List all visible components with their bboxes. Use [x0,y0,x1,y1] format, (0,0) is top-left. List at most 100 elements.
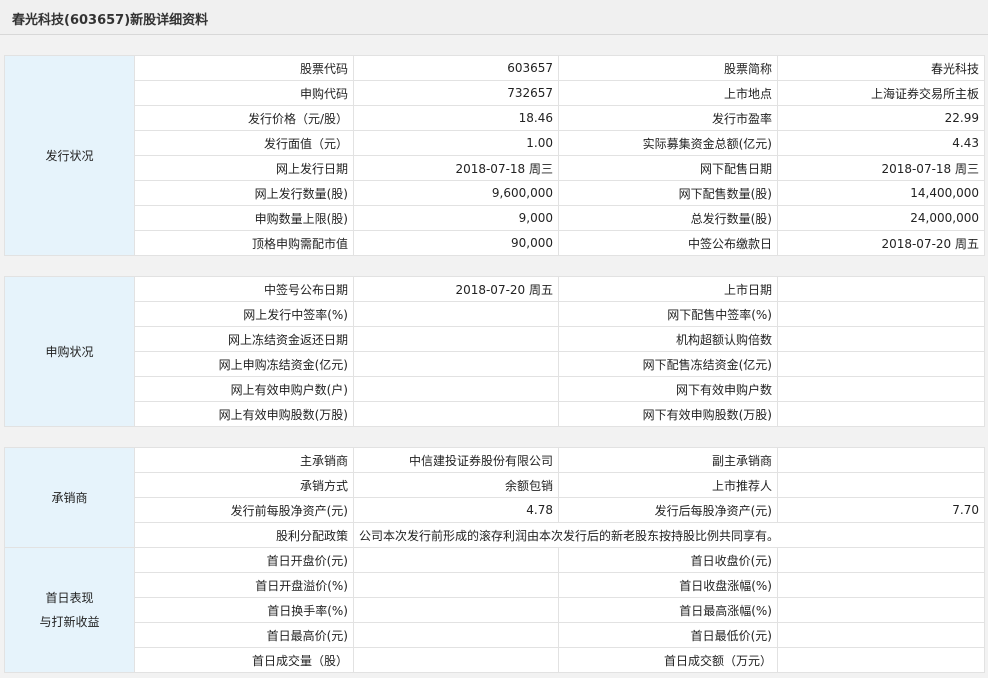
field-value [353,572,559,598]
table-row: 发行前每股净资产(元) 4.78 发行后每股净资产(元) 7.70 [5,497,985,523]
field-label: 申购数量上限(股) [134,205,354,231]
table-row: 发行面值（元） 1.00 实际募集资金总额(亿元) 4.43 [5,130,985,156]
field-value: 中信建投证券股份有限公司 [353,447,559,473]
field-label: 首日收盘价(元) [558,547,778,573]
table-row: 承销方式 余额包销 上市推荐人 [5,472,985,498]
field-value [777,301,985,327]
field-value [777,326,985,352]
group-label-line: 申购状况 [45,344,94,359]
table-row: 顶格申购需配市值 90,000 中签公布缴款日 2018-07-20 周五 [5,230,985,256]
field-value [777,622,985,648]
field-label: 承销方式 [134,472,354,498]
field-value [777,401,985,427]
table-row: 首日表现 与打新收益 首日开盘价(元) 首日收盘价(元) [4,547,985,673]
field-label: 上市推荐人 [558,472,778,498]
table-row: 承销商 主承销商 中信建投证券股份有限公司 副主承销商 [4,447,985,548]
field-value: 4.43 [777,130,985,156]
table-row: 申购状况 中签号公布日期 2018-07-20 周五 上市日期 [4,276,985,427]
group-label-first-day-performance: 首日表现 与打新收益 [4,547,135,673]
field-value [777,647,985,673]
field-value: 9,000 [353,205,559,231]
field-label: 网上冻结资金返还日期 [134,326,354,352]
field-label: 网下有效申购股数(万股) [558,401,778,427]
field-value: 732657 [353,80,559,106]
table-row: 股利分配政策 公司本次发行前形成的滚存利润由本次发行后的新老股东按持股比例共同享… [5,522,985,548]
table-row: 申购代码 732657 上市地点 上海证券交易所主板 [5,80,985,106]
field-label: 首日收盘涨幅(%) [558,572,778,598]
field-label: 首日最高价(元) [134,622,354,648]
field-value: 余额包销 [353,472,559,498]
field-value: 603657 [353,55,559,81]
field-value: 1.00 [353,130,559,156]
field-label: 首日成交量（股） [134,647,354,673]
field-value [353,376,559,402]
group-label-line: 与打新收益 [39,615,100,629]
table-row: 首日换手率(%) 首日最高涨幅(%) [5,597,985,623]
table-row: 网上有效申购户数(户) 网下有效申购户数 [5,376,985,402]
field-label: 主承销商 [134,447,354,473]
field-label: 网上有效申购户数(户) [134,376,354,402]
field-value [353,597,559,623]
field-value [777,572,985,598]
field-value: 2018-07-20 周五 [353,276,559,302]
group-label-line: 发行状况 [45,148,94,163]
field-value [777,472,985,498]
field-label: 发行市盈率 [558,105,778,131]
field-value: 22.99 [777,105,985,131]
underwriter-firstday-table: 承销商 主承销商 中信建投证券股份有限公司 副主承销商 承销方式 余额包销 上市… [4,447,985,673]
field-label: 股利分配政策 [134,522,354,548]
field-value [353,622,559,648]
field-label: 网下配售数量(股) [558,180,778,206]
table-row: 发行价格（元/股） 18.46 发行市盈率 22.99 [5,105,985,131]
field-label: 实际募集资金总额(亿元) [558,130,778,156]
field-value [777,597,985,623]
field-label: 发行价格（元/股） [134,105,354,131]
field-value: 90,000 [353,230,559,256]
dividend-policy-text: 公司本次发行前形成的滚存利润由本次发行后的新老股东按持股比例共同享有。 [353,522,985,548]
field-value: 7.70 [777,497,985,523]
table-row: 首日成交量（股） 首日成交额（万元） [5,647,985,673]
field-value: 2018-07-18 周三 [353,155,559,181]
table-row: 首日最高价(元) 首日最低价(元) [5,622,985,648]
field-value: 14,400,000 [777,180,985,206]
field-value [353,301,559,327]
table-row: 网上发行中签率(%) 网下配售中签率(%) [5,301,985,327]
group-label-line: 承销商 [51,490,88,505]
table-row: 申购数量上限(股) 9,000 总发行数量(股) 24,000,000 [5,205,985,231]
field-label: 网上发行中签率(%) [134,301,354,327]
field-value: 春光科技 [777,55,985,81]
table-row: 首日开盘溢价(%) 首日收盘涨幅(%) [5,572,985,598]
field-label: 首日开盘溢价(%) [134,572,354,598]
field-value [353,547,559,573]
field-label: 网下有效申购户数 [558,376,778,402]
field-value: 2018-07-20 周五 [777,230,985,256]
field-label: 中签公布缴款日 [558,230,778,256]
field-value [353,351,559,377]
field-label: 首日成交额（万元） [558,647,778,673]
field-value [777,351,985,377]
field-label: 网上发行数量(股) [134,180,354,206]
field-label: 首日最低价(元) [558,622,778,648]
field-value: 上海证券交易所主板 [777,80,985,106]
field-label: 申购代码 [134,80,354,106]
field-label: 副主承销商 [558,447,778,473]
group-label-subscription-status: 申购状况 [4,276,135,427]
field-value [353,401,559,427]
field-label: 网上有效申购股数(万股) [134,401,354,427]
field-value [777,376,985,402]
field-value: 4.78 [353,497,559,523]
field-label: 中签号公布日期 [134,276,354,302]
field-label: 股票简称 [558,55,778,81]
group-label-underwriter: 承销商 [4,447,135,548]
field-value [777,276,985,302]
field-label: 总发行数量(股) [558,205,778,231]
subscription-status-table: 申购状况 中签号公布日期 2018-07-20 周五 上市日期 网上发行中签率(… [4,276,985,427]
table-row: 网上申购冻结资金(亿元) 网下配售冻结资金(亿元) [5,351,985,377]
field-label: 发行后每股净资产(元) [558,497,778,523]
field-label: 首日换手率(%) [134,597,354,623]
field-value: 2018-07-18 周三 [777,155,985,181]
field-value [777,547,985,573]
field-label: 顶格申购需配市值 [134,230,354,256]
field-label: 网下配售冻结资金(亿元) [558,351,778,377]
field-label: 网下配售日期 [558,155,778,181]
